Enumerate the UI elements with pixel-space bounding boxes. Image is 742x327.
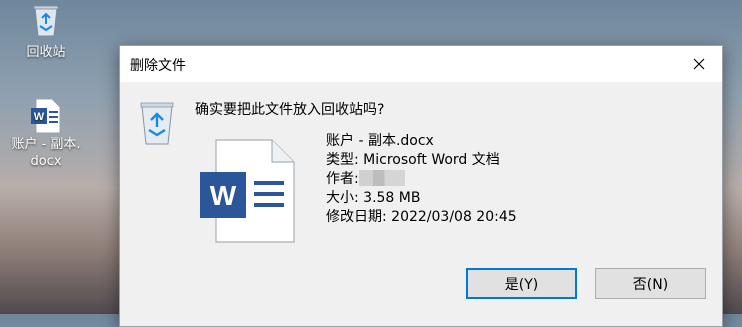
word-document-icon: W [31, 98, 61, 134]
close-button[interactable] [676, 46, 722, 82]
file-label-line2: docx [30, 154, 62, 169]
dialog-title: 删除文件 [130, 58, 186, 74]
file-type: 类型: Microsoft Word 文档 [326, 152, 500, 168]
word-document-icon: W [200, 139, 295, 243]
dialog-titlebar[interactable]: 删除文件 [120, 46, 722, 82]
close-icon [693, 58, 705, 70]
svg-text:W: W [34, 111, 45, 123]
svg-text:W: W [210, 180, 237, 211]
no-button[interactable]: 否(N) [595, 268, 706, 299]
desktop-file-docx[interactable]: W 账户 - 副本. docx [2, 98, 90, 170]
file-modified: 修改日期: 2022/03/08 20:45 [326, 209, 517, 225]
delete-file-dialog: 删除文件 确实要把此文件放入回收站吗? W 账户 - 副本.docx 类型: M… [119, 45, 723, 327]
file-details: 账户 - 副本.docx 类型: Microsoft Word 文档 作者: 大… [326, 132, 517, 227]
recycle-bin-label: 回收站 [26, 45, 66, 60]
file-author-label: 作者: [326, 171, 359, 187]
yes-button[interactable]: 是(Y) [466, 268, 577, 299]
recycle-bin-icon [33, 5, 59, 37]
file-label-line1: 账户 - 副本. [11, 137, 81, 152]
recycle-bin-icon [140, 102, 174, 145]
redacted-author [358, 170, 405, 186]
confirm-question: 确实要把此文件放入回收站吗? [195, 102, 385, 118]
file-thumbnail: W [198, 139, 298, 247]
desktop-recycle-bin[interactable]: 回收站 [18, 2, 74, 61]
file-size: 大小: 3.58 MB [326, 190, 421, 206]
file-author-row: 作者: [326, 170, 517, 189]
file-name: 账户 - 副本.docx [326, 133, 434, 149]
recycle-bin-large [136, 98, 178, 150]
